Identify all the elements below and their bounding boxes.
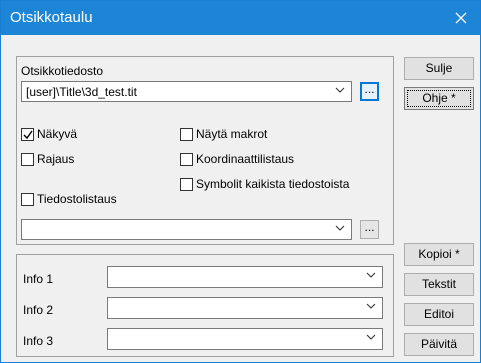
close-icon bbox=[455, 12, 467, 24]
info1-label: Info 1 bbox=[23, 272, 54, 286]
checkbox-rajaus-label: Rajaus bbox=[37, 152, 75, 166]
checkbox-nayta-makrot[interactable]: Näytä makrot bbox=[180, 127, 267, 141]
window-title: Otsikkotaulu bbox=[10, 9, 93, 26]
chevron-down-icon bbox=[366, 303, 376, 309]
checkbox-tiedostolistaus-box bbox=[21, 192, 34, 206]
info3-combobox[interactable] bbox=[107, 328, 383, 350]
info2-combobox[interactable] bbox=[107, 297, 383, 319]
ohje-button-label: Ohje * bbox=[422, 91, 456, 105]
checkbox-tiedostolistaus-label: Tiedostolistaus bbox=[37, 192, 117, 206]
secondary-file-combobox[interactable] bbox=[21, 219, 352, 240]
checkbox-nakyva-box bbox=[21, 127, 34, 141]
checkbox-koordinaattilistaus[interactable]: Koordinaattilistaus bbox=[180, 152, 294, 166]
checkmark-icon bbox=[23, 130, 33, 139]
checkbox-nayta-makrot-box bbox=[180, 127, 193, 141]
title-file-value: [user]\Title\3d_test.tit bbox=[26, 85, 137, 99]
checkbox-koordinaattilistaus-box bbox=[180, 152, 193, 166]
info1-combobox[interactable] bbox=[107, 266, 383, 288]
checkbox-symbolit[interactable]: Symbolit kaikista tiedostoista bbox=[180, 177, 349, 191]
chevron-down-icon bbox=[366, 272, 376, 278]
checkbox-nayta-makrot-label: Näytä makrot bbox=[196, 127, 268, 141]
browse-title-file-button[interactable]: ... bbox=[360, 82, 379, 101]
browse-secondary-file-button[interactable]: ... bbox=[360, 220, 379, 239]
chevron-down-icon bbox=[366, 334, 376, 340]
sulje-button[interactable]: Sulje bbox=[404, 57, 474, 80]
checkbox-symbolit-box bbox=[180, 177, 193, 191]
kopioi-button[interactable]: Kopioi * bbox=[404, 243, 474, 266]
chevron-down-icon bbox=[335, 87, 345, 93]
checkbox-rajaus-box bbox=[21, 152, 34, 166]
checkbox-symbolit-label: Symbolit kaikista tiedostoista bbox=[196, 177, 350, 191]
info-group: Info 1 Info 2 Info 3 bbox=[16, 254, 394, 357]
title-bar: Otsikkotaulu bbox=[1, 1, 480, 35]
editoi-button[interactable]: Editoi bbox=[404, 303, 474, 326]
checkbox-nakyva[interactable]: Näkyvä bbox=[21, 127, 77, 141]
tekstit-button[interactable]: Tekstit bbox=[404, 273, 474, 296]
info3-label: Info 3 bbox=[23, 334, 54, 348]
checkbox-tiedostolistaus[interactable]: Tiedostolistaus bbox=[21, 192, 117, 206]
file-group: Otsikkotiedosto [user]\Title\3d_test.tit… bbox=[16, 56, 394, 245]
chevron-down-icon bbox=[335, 225, 345, 231]
info2-label: Info 2 bbox=[23, 303, 54, 317]
title-file-combobox[interactable]: [user]\Title\3d_test.tit bbox=[21, 81, 352, 102]
checkbox-nakyva-label: Näkyvä bbox=[37, 127, 78, 141]
dialog-window: Otsikkotaulu Otsikkotiedosto [user]\Titl… bbox=[0, 0, 481, 363]
checkbox-koordinaattilistaus-label: Koordinaattilistaus bbox=[196, 152, 295, 166]
paivita-button[interactable]: Päivitä bbox=[404, 333, 474, 356]
file-group-label: Otsikkotiedosto bbox=[21, 64, 104, 78]
close-button[interactable] bbox=[442, 1, 480, 35]
checkbox-rajaus[interactable]: Rajaus bbox=[21, 152, 74, 166]
ohje-button[interactable]: Ohje * bbox=[404, 87, 474, 110]
